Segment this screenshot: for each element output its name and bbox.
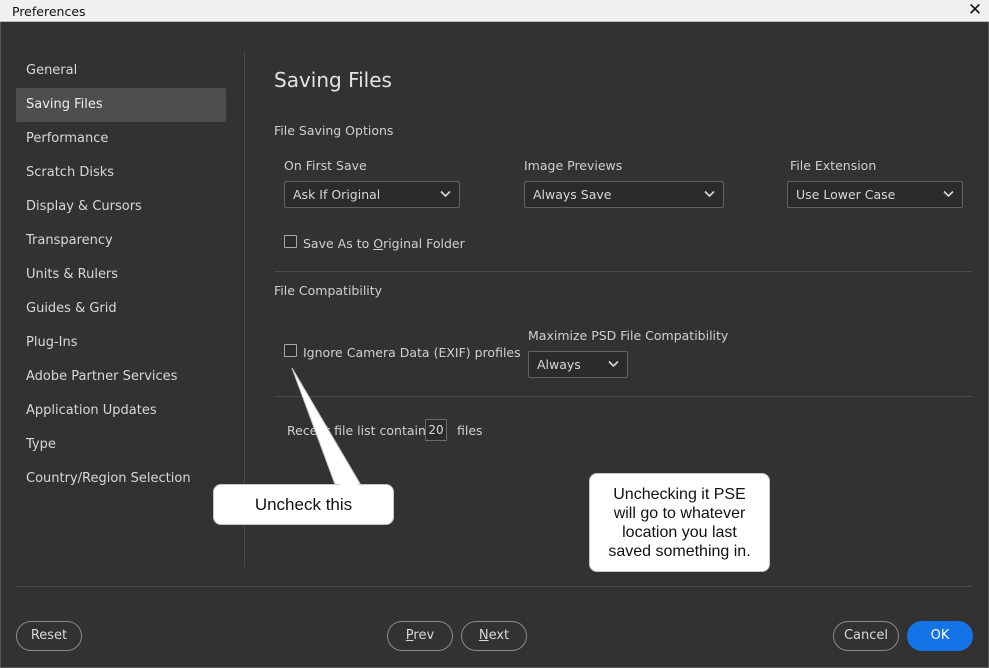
save-as-original-folder-label[interactable]: Save As to Original Folder bbox=[303, 236, 465, 251]
info-callout: Unchecking it PSE will go to whatever lo… bbox=[589, 473, 770, 572]
file-extension-label: File Extension bbox=[790, 158, 877, 173]
info-callout-line: will go to whatever bbox=[613, 505, 746, 522]
info-callout-line: location you last bbox=[622, 524, 737, 541]
title-bar: Preferences ✕ bbox=[0, 0, 989, 22]
on-first-save-value: Ask If Original bbox=[293, 187, 381, 202]
sidebar-item-units-rulers[interactable]: Units & Rulers bbox=[16, 258, 226, 292]
maximize-psd-value: Always bbox=[537, 357, 581, 372]
sidebar-item-scratch-disks[interactable]: Scratch Disks bbox=[16, 156, 226, 190]
on-first-save-select[interactable]: Ask If Original bbox=[284, 181, 460, 208]
file-compatibility-heading: File Compatibility bbox=[274, 283, 383, 298]
chevron-down-icon bbox=[440, 190, 451, 198]
save-as-original-folder-checkbox[interactable] bbox=[284, 235, 297, 248]
ignore-exif-checkbox[interactable] bbox=[284, 344, 297, 357]
page-title: Saving Files bbox=[274, 68, 392, 92]
sidebar-item-saving-files[interactable]: Saving Files bbox=[16, 88, 226, 122]
sidebar-item-adobe-partner-services[interactable]: Adobe Partner Services bbox=[16, 360, 226, 394]
info-callout-line: saved something in. bbox=[608, 543, 751, 560]
prev-button[interactable]: Prev bbox=[387, 621, 453, 651]
save-as-label-mnemonic: O bbox=[373, 236, 384, 251]
maximize-psd-label: Maximize PSD File Compatibility bbox=[528, 328, 729, 343]
sidebar-item-display-cursors[interactable]: Display & Cursors bbox=[16, 190, 226, 224]
chevron-down-icon bbox=[943, 190, 954, 198]
chevron-down-icon bbox=[608, 360, 619, 368]
recent-files-label-pre: Recent file list contains bbox=[287, 423, 433, 438]
cancel-button[interactable]: Cancel bbox=[833, 621, 899, 651]
ok-button[interactable]: OK bbox=[907, 621, 973, 651]
save-as-label-post: riginal Folder bbox=[383, 236, 465, 251]
file-saving-options-heading: File Saving Options bbox=[274, 123, 394, 138]
image-previews-value: Always Save bbox=[533, 187, 612, 202]
close-icon[interactable]: ✕ bbox=[967, 0, 983, 20]
sidebar-item-country-region[interactable]: Country/Region Selection bbox=[16, 462, 226, 496]
file-extension-value: Use Lower Case bbox=[796, 187, 896, 202]
image-previews-select[interactable]: Always Save bbox=[524, 181, 724, 208]
maximize-psd-select[interactable]: Always bbox=[528, 351, 628, 378]
recent-files-count-input[interactable]: 20 bbox=[425, 419, 447, 441]
sidebar: General Saving Files Performance Scratch… bbox=[16, 54, 226, 496]
recent-files-label-post: files bbox=[457, 423, 483, 438]
section-divider bbox=[274, 271, 972, 272]
info-callout-line: Unchecking it PSE bbox=[613, 486, 746, 503]
sidebar-item-plug-ins[interactable]: Plug-Ins bbox=[16, 326, 226, 360]
save-as-label-pre: Save As to bbox=[303, 236, 374, 251]
section-divider bbox=[274, 396, 972, 397]
on-first-save-label: On First Save bbox=[284, 158, 367, 173]
sidebar-item-guides-grid[interactable]: Guides & Grid bbox=[16, 292, 226, 326]
prev-label-rest: rev bbox=[413, 628, 435, 643]
next-mnemonic: N bbox=[478, 628, 489, 643]
window-title: Preferences bbox=[12, 4, 86, 19]
sidebar-item-transparency[interactable]: Transparency bbox=[16, 224, 226, 258]
next-button[interactable]: Next bbox=[461, 621, 527, 651]
uncheck-callout: Uncheck this bbox=[213, 484, 394, 525]
footer-divider bbox=[16, 586, 972, 587]
sidebar-item-type[interactable]: Type bbox=[16, 428, 226, 462]
chevron-down-icon bbox=[704, 190, 715, 198]
sidebar-item-application-updates[interactable]: Application Updates bbox=[16, 394, 226, 428]
sidebar-item-performance[interactable]: Performance bbox=[16, 122, 226, 156]
sidebar-item-general[interactable]: General bbox=[16, 54, 226, 88]
next-label-rest: ext bbox=[488, 628, 510, 643]
image-previews-label: Image Previews bbox=[524, 158, 623, 173]
file-extension-select[interactable]: Use Lower Case bbox=[787, 181, 963, 208]
reset-button[interactable]: Reset bbox=[16, 621, 82, 651]
ignore-exif-label[interactable]: Ignore Camera Data (EXIF) profiles bbox=[303, 345, 521, 360]
